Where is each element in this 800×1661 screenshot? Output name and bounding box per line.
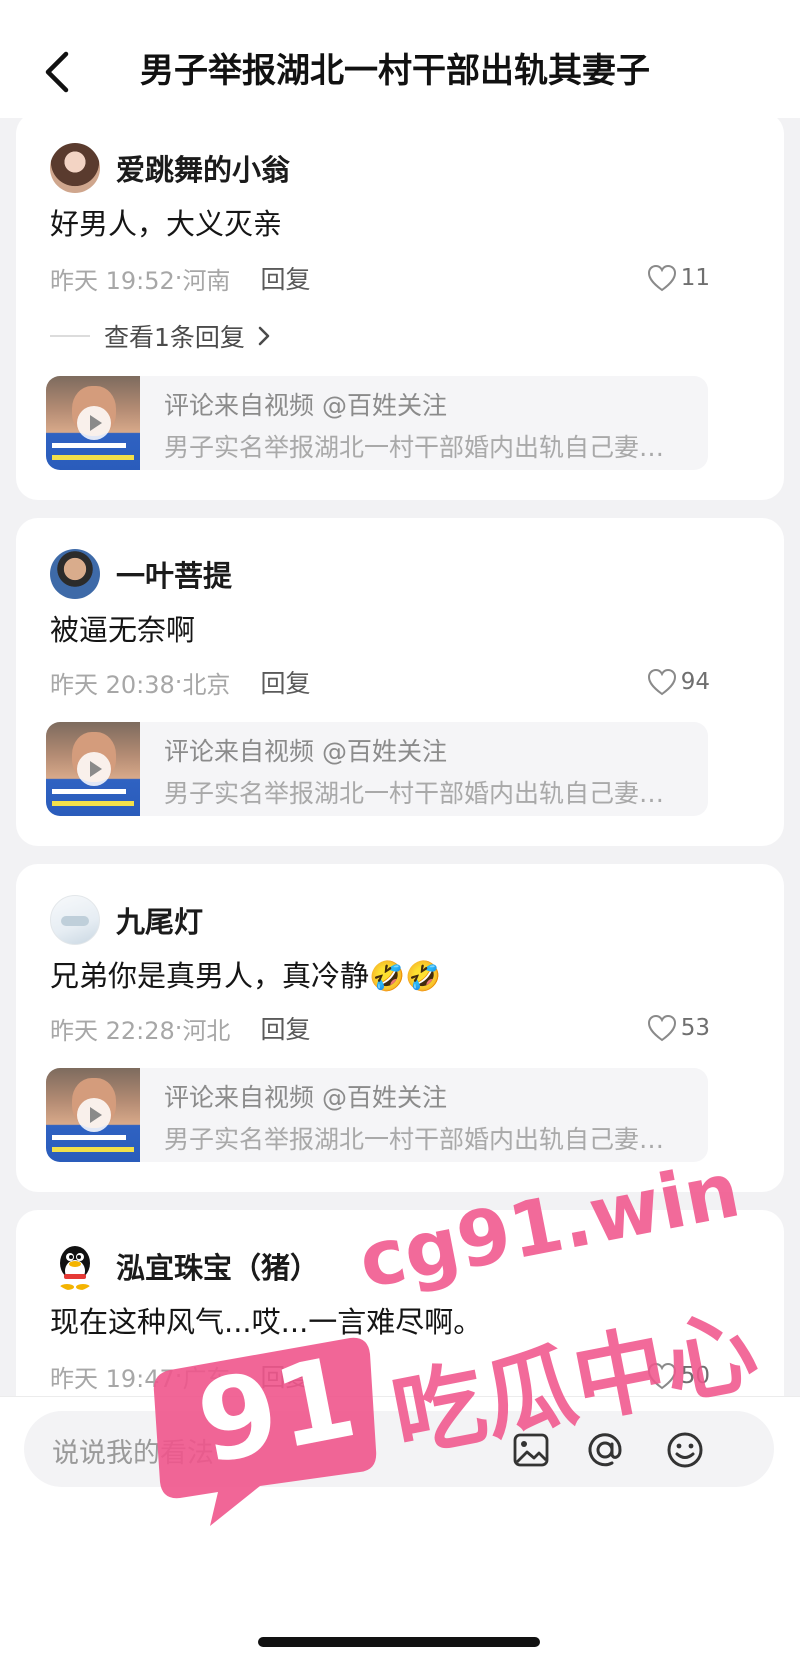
comment-location: 河北: [182, 1016, 231, 1045]
comment-input-bar: 说说我的看法: [0, 1396, 800, 1661]
comment-location: 河南: [182, 266, 231, 295]
meta-separator: ·: [174, 668, 183, 696]
thumbnail-caption: [52, 801, 134, 806]
like-button[interactable]: 11: [647, 260, 710, 296]
comment-meta: 昨天 20:38 · 北京 回复: [50, 664, 310, 700]
comment-location: 北京: [182, 670, 231, 699]
image-button[interactable]: [510, 1429, 552, 1471]
avatar[interactable]: [50, 1241, 100, 1291]
play-icon: [77, 1098, 111, 1132]
home-indicator: [258, 1637, 540, 1647]
video-source: 评论来自视频 @百姓关注: [164, 391, 447, 420]
username[interactable]: 泓宜珠宝（猪）: [116, 1245, 319, 1287]
meta-separator: ·: [174, 1014, 183, 1042]
like-count: 11: [680, 265, 710, 291]
thumbnail-caption: [52, 1135, 126, 1140]
meta-separator: ·: [174, 1362, 183, 1390]
play-icon: [77, 406, 111, 440]
play-icon: [77, 752, 111, 786]
avatar[interactable]: [50, 549, 100, 599]
mention-button[interactable]: [584, 1429, 626, 1471]
chevron-right-icon: [258, 326, 270, 346]
comment-time: 昨天 19:47: [50, 1364, 175, 1393]
comment-author[interactable]: 一叶菩提: [50, 548, 232, 600]
avatar[interactable]: [50, 895, 100, 945]
like-button[interactable]: 50: [647, 1358, 710, 1394]
thumbnail-caption: [52, 1147, 134, 1152]
comment-author[interactable]: 泓宜珠宝（猪）: [50, 1240, 319, 1292]
heart-icon: [647, 668, 676, 696]
thumbnail-caption: [52, 789, 126, 794]
like-count: 50: [680, 1363, 710, 1389]
avatar[interactable]: [50, 143, 100, 193]
meta-separator: ·: [174, 264, 183, 292]
username[interactable]: 一叶菩提: [116, 553, 232, 595]
like-count: 94: [680, 669, 710, 695]
video-source: 评论来自视频 @百姓关注: [164, 1083, 447, 1112]
comment-input[interactable]: 说说我的看法: [24, 1411, 774, 1487]
emoji-icon: [667, 1432, 703, 1468]
comment-card: 一叶菩提 被逼无奈啊 昨天 20:38 · 北京 回复 94 评论来自视频 @百…: [16, 518, 784, 846]
like-button[interactable]: 53: [647, 1010, 710, 1046]
video-reference[interactable]: 评论来自视频 @百姓关注 男子实名举报湖北一村干部婚内出轨自己妻…: [46, 722, 708, 816]
image-icon: [513, 1433, 549, 1467]
comment-card: 爱跳舞的小翁 好男人，大义灭亲 昨天 19:52 · 河南 回复 11 查看1条…: [16, 112, 784, 500]
comment-meta: 昨天 19:52 · 河南 回复: [50, 260, 310, 296]
view-replies-link[interactable]: 查看1条回复: [50, 318, 271, 354]
comment-text: 现在这种风气...哎...一言难尽啊。: [50, 1305, 483, 1339]
comment-time: 昨天 20:38: [50, 670, 175, 699]
like-count: 53: [680, 1015, 710, 1041]
comment-time: 昨天 22:28: [50, 1016, 175, 1045]
comment-location: 广东: [182, 1364, 231, 1393]
comment-card: 九尾灯 兄弟你是真男人，真冷静🤣🤣 昨天 22:28 · 河北 回复 53 评论…: [16, 864, 784, 1192]
comment-text: 被逼无奈啊: [50, 613, 196, 647]
comment-author[interactable]: 爱跳舞的小翁: [50, 142, 290, 194]
comments-page: 男子举报湖北一村干部出轨其妻子 爱跳舞的小翁 好男人，大义灭亲 昨天 19:52…: [0, 0, 800, 1661]
reply-button[interactable]: 回复: [260, 1010, 310, 1046]
back-arrow-icon: [45, 51, 69, 93]
emoji-button[interactable]: [664, 1429, 706, 1471]
video-source: 评论来自视频 @百姓关注: [164, 737, 447, 766]
view-replies-label: 查看1条回复: [104, 323, 245, 352]
reply-button[interactable]: 回复: [260, 260, 310, 296]
penguin-avatar-icon: [60, 1246, 90, 1290]
comment-text: 好男人，大义灭亲: [50, 207, 283, 241]
username[interactable]: 爱跳舞的小翁: [116, 147, 290, 189]
video-title: 男子实名举报湖北一村干部婚内出轨自己妻…: [164, 1125, 665, 1154]
heart-icon: [647, 1362, 676, 1390]
reply-button[interactable]: 回复: [260, 1358, 310, 1394]
thumbnail-caption: [52, 455, 134, 460]
video-thumbnail[interactable]: [46, 722, 140, 816]
comment-time: 昨天 19:52: [50, 266, 175, 295]
comment-text: 兄弟你是真男人，真冷静🤣🤣: [50, 959, 442, 993]
video-thumbnail[interactable]: [46, 376, 140, 470]
heart-icon: [647, 1014, 676, 1042]
heart-icon: [647, 264, 676, 292]
at-icon: [588, 1433, 622, 1467]
video-thumbnail[interactable]: [46, 1068, 140, 1162]
reply-button[interactable]: 回复: [260, 664, 310, 700]
video-title: 男子实名举报湖北一村干部婚内出轨自己妻…: [164, 779, 665, 808]
top-nav-bar: 男子举报湖北一村干部出轨其妻子: [0, 0, 800, 118]
divider-line: [50, 335, 90, 337]
username[interactable]: 九尾灯: [116, 899, 203, 941]
video-reference[interactable]: 评论来自视频 @百姓关注 男子实名举报湖北一村干部婚内出轨自己妻…: [46, 1068, 708, 1162]
comment-meta: 昨天 19:47 · 广东 回复: [50, 1358, 310, 1394]
thumbnail-caption: [52, 443, 126, 448]
comment-meta: 昨天 22:28 · 河北 回复: [50, 1010, 310, 1046]
comment-input-placeholder: 说说我的看法: [52, 1438, 214, 1469]
back-button[interactable]: [34, 44, 78, 100]
like-button[interactable]: 94: [647, 664, 710, 700]
video-reference[interactable]: 评论来自视频 @百姓关注 男子实名举报湖北一村干部婚内出轨自己妻…: [46, 376, 708, 470]
page-title: 男子举报湖北一村干部出轨其妻子: [140, 51, 650, 91]
comment-author[interactable]: 九尾灯: [50, 894, 203, 946]
video-title: 男子实名举报湖北一村干部婚内出轨自己妻…: [164, 433, 665, 462]
